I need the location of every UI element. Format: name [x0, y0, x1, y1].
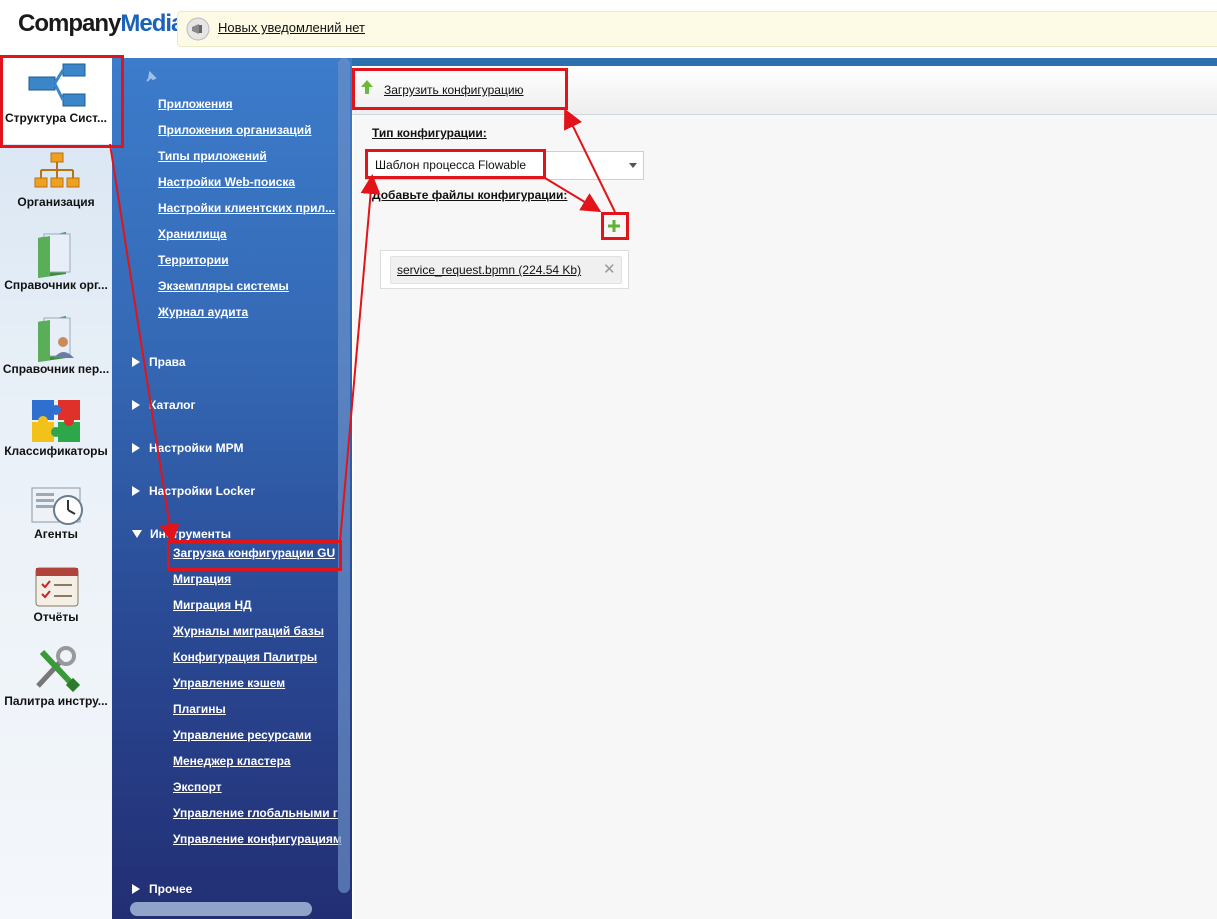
nav-link-client-app-settings[interactable]: Настройки клиентских прил... — [158, 201, 335, 215]
notification-link[interactable]: Новых уведомлений нет — [218, 20, 365, 35]
nav-section-rights[interactable]: Права — [132, 355, 186, 369]
nav-link-applications[interactable]: Приложения — [158, 97, 233, 111]
nav-link-cache-management[interactable]: Управление кэшем — [173, 676, 285, 690]
expand-arrow-icon — [132, 400, 140, 410]
nav-section-locker-settings[interactable]: Настройки Locker — [132, 484, 255, 498]
nav-section-mrm-settings[interactable]: Настройки МРМ — [132, 441, 243, 455]
org-directory-icon — [38, 232, 71, 278]
file-list: service_request.bpmn (224.54 Kb) ✕ — [380, 250, 629, 289]
header: CompanyMedia Новых уведомлений нет — [0, 0, 1217, 58]
config-type-label: Тип конфигурации: — [372, 126, 487, 140]
company-logo[interactable]: CompanyMedia — [18, 10, 184, 38]
nav-link-app-types[interactable]: Типы приложений — [158, 149, 267, 163]
nav-link-db-migration-logs[interactable]: Журналы миграций базы — [173, 624, 324, 638]
chevron-down-icon — [629, 163, 637, 168]
nav-link-plugins[interactable]: Плагины — [173, 702, 226, 716]
nav-link-migration-nd[interactable]: Миграция НД — [173, 598, 252, 612]
nav-link-system-instances[interactable]: Экземпляры системы — [158, 279, 289, 293]
reports-icon — [35, 567, 79, 607]
annotation-box-upload-button — [352, 68, 568, 110]
rail-item-tools-palette[interactable]: Палитра инстру... — [0, 644, 112, 710]
rail-label: Агенты — [34, 527, 78, 541]
nav-link-global-management[interactable]: Управление глобальными г — [173, 806, 338, 820]
nav-section-other[interactable]: Прочее — [132, 882, 192, 896]
nav-link-storages[interactable]: Хранилища — [158, 227, 227, 241]
megaphone-icon — [186, 17, 210, 41]
expand-arrow-icon — [132, 486, 140, 496]
annotation-box-structure — [0, 55, 124, 148]
nav-section-tools[interactable]: Инструменты — [132, 527, 231, 541]
add-files-label: Добавьте файлы конфигурации: — [372, 188, 568, 202]
nav-link-audit-log[interactable]: Журнал аудита — [158, 305, 248, 319]
annotation-box-add-button — [601, 212, 629, 240]
notification-bar: Новых уведомлений нет — [177, 11, 1217, 47]
file-name-link[interactable]: service_request.bpmn (224.54 Kb) — [397, 263, 581, 277]
nav-link-resource-management[interactable]: Управление ресурсами — [173, 728, 311, 742]
puzzle-icon — [32, 400, 80, 442]
personnel-directory-icon — [38, 316, 74, 362]
nav-section-catalog[interactable]: Каталог — [132, 398, 196, 412]
rail-item-org-directory[interactable]: Справочник орг... — [0, 228, 112, 294]
remove-file-icon[interactable]: ✕ — [603, 260, 616, 278]
nav-link-palette-config[interactable]: Конфигурация Палитры — [173, 650, 317, 664]
rail-label: Палитра инстру... — [4, 694, 108, 708]
rail-item-agents[interactable]: Агенты — [0, 482, 112, 542]
nav-link-export[interactable]: Экспорт — [173, 780, 222, 794]
rail-item-organization[interactable]: Организация — [0, 150, 112, 210]
pin-icon[interactable] — [144, 70, 158, 84]
nav-link-web-search-settings[interactable]: Настройки Web-поиска — [158, 175, 295, 189]
rail-label: Справочник орг... — [4, 278, 108, 292]
admin-nav-panel: Приложения Приложения организаций Типы п… — [112, 58, 352, 919]
expand-arrow-icon — [132, 357, 140, 367]
nav-horizontal-scrollbar[interactable] — [130, 902, 312, 916]
nav-link-territories[interactable]: Территории — [158, 253, 229, 267]
rail-item-personnel-directory[interactable]: Справочник пер... — [0, 312, 112, 378]
annotation-box-config-type — [365, 149, 546, 179]
top-accent-line — [352, 58, 1217, 66]
organization-icon — [34, 152, 80, 188]
rail-label: Справочник пер... — [2, 362, 110, 376]
expand-arrow-icon — [132, 884, 140, 894]
rail-item-classifiers[interactable]: Классификаторы — [0, 396, 112, 458]
rail-label: Классификаторы — [4, 444, 108, 458]
nav-link-cluster-manager[interactable]: Менеджер кластера — [173, 754, 291, 768]
rail-label: Отчёты — [33, 610, 79, 624]
rail-item-reports[interactable]: Отчёты — [0, 564, 112, 626]
rail-label: Организация — [17, 195, 95, 209]
annotation-box-config-upload — [167, 540, 342, 571]
agents-clock-icon — [31, 487, 83, 525]
nav-vertical-scrollbar[interactable] — [338, 58, 350, 893]
nav-link-config-management[interactable]: Управление конфигурациям — [173, 832, 342, 846]
nav-link-org-applications[interactable]: Приложения организаций — [158, 123, 312, 137]
collapse-arrow-icon — [132, 530, 142, 538]
expand-arrow-icon — [132, 443, 140, 453]
nav-link-migration[interactable]: Миграция — [173, 572, 231, 586]
file-chip: service_request.bpmn (224.54 Kb) ✕ — [390, 256, 622, 284]
tools-icon — [36, 646, 81, 692]
